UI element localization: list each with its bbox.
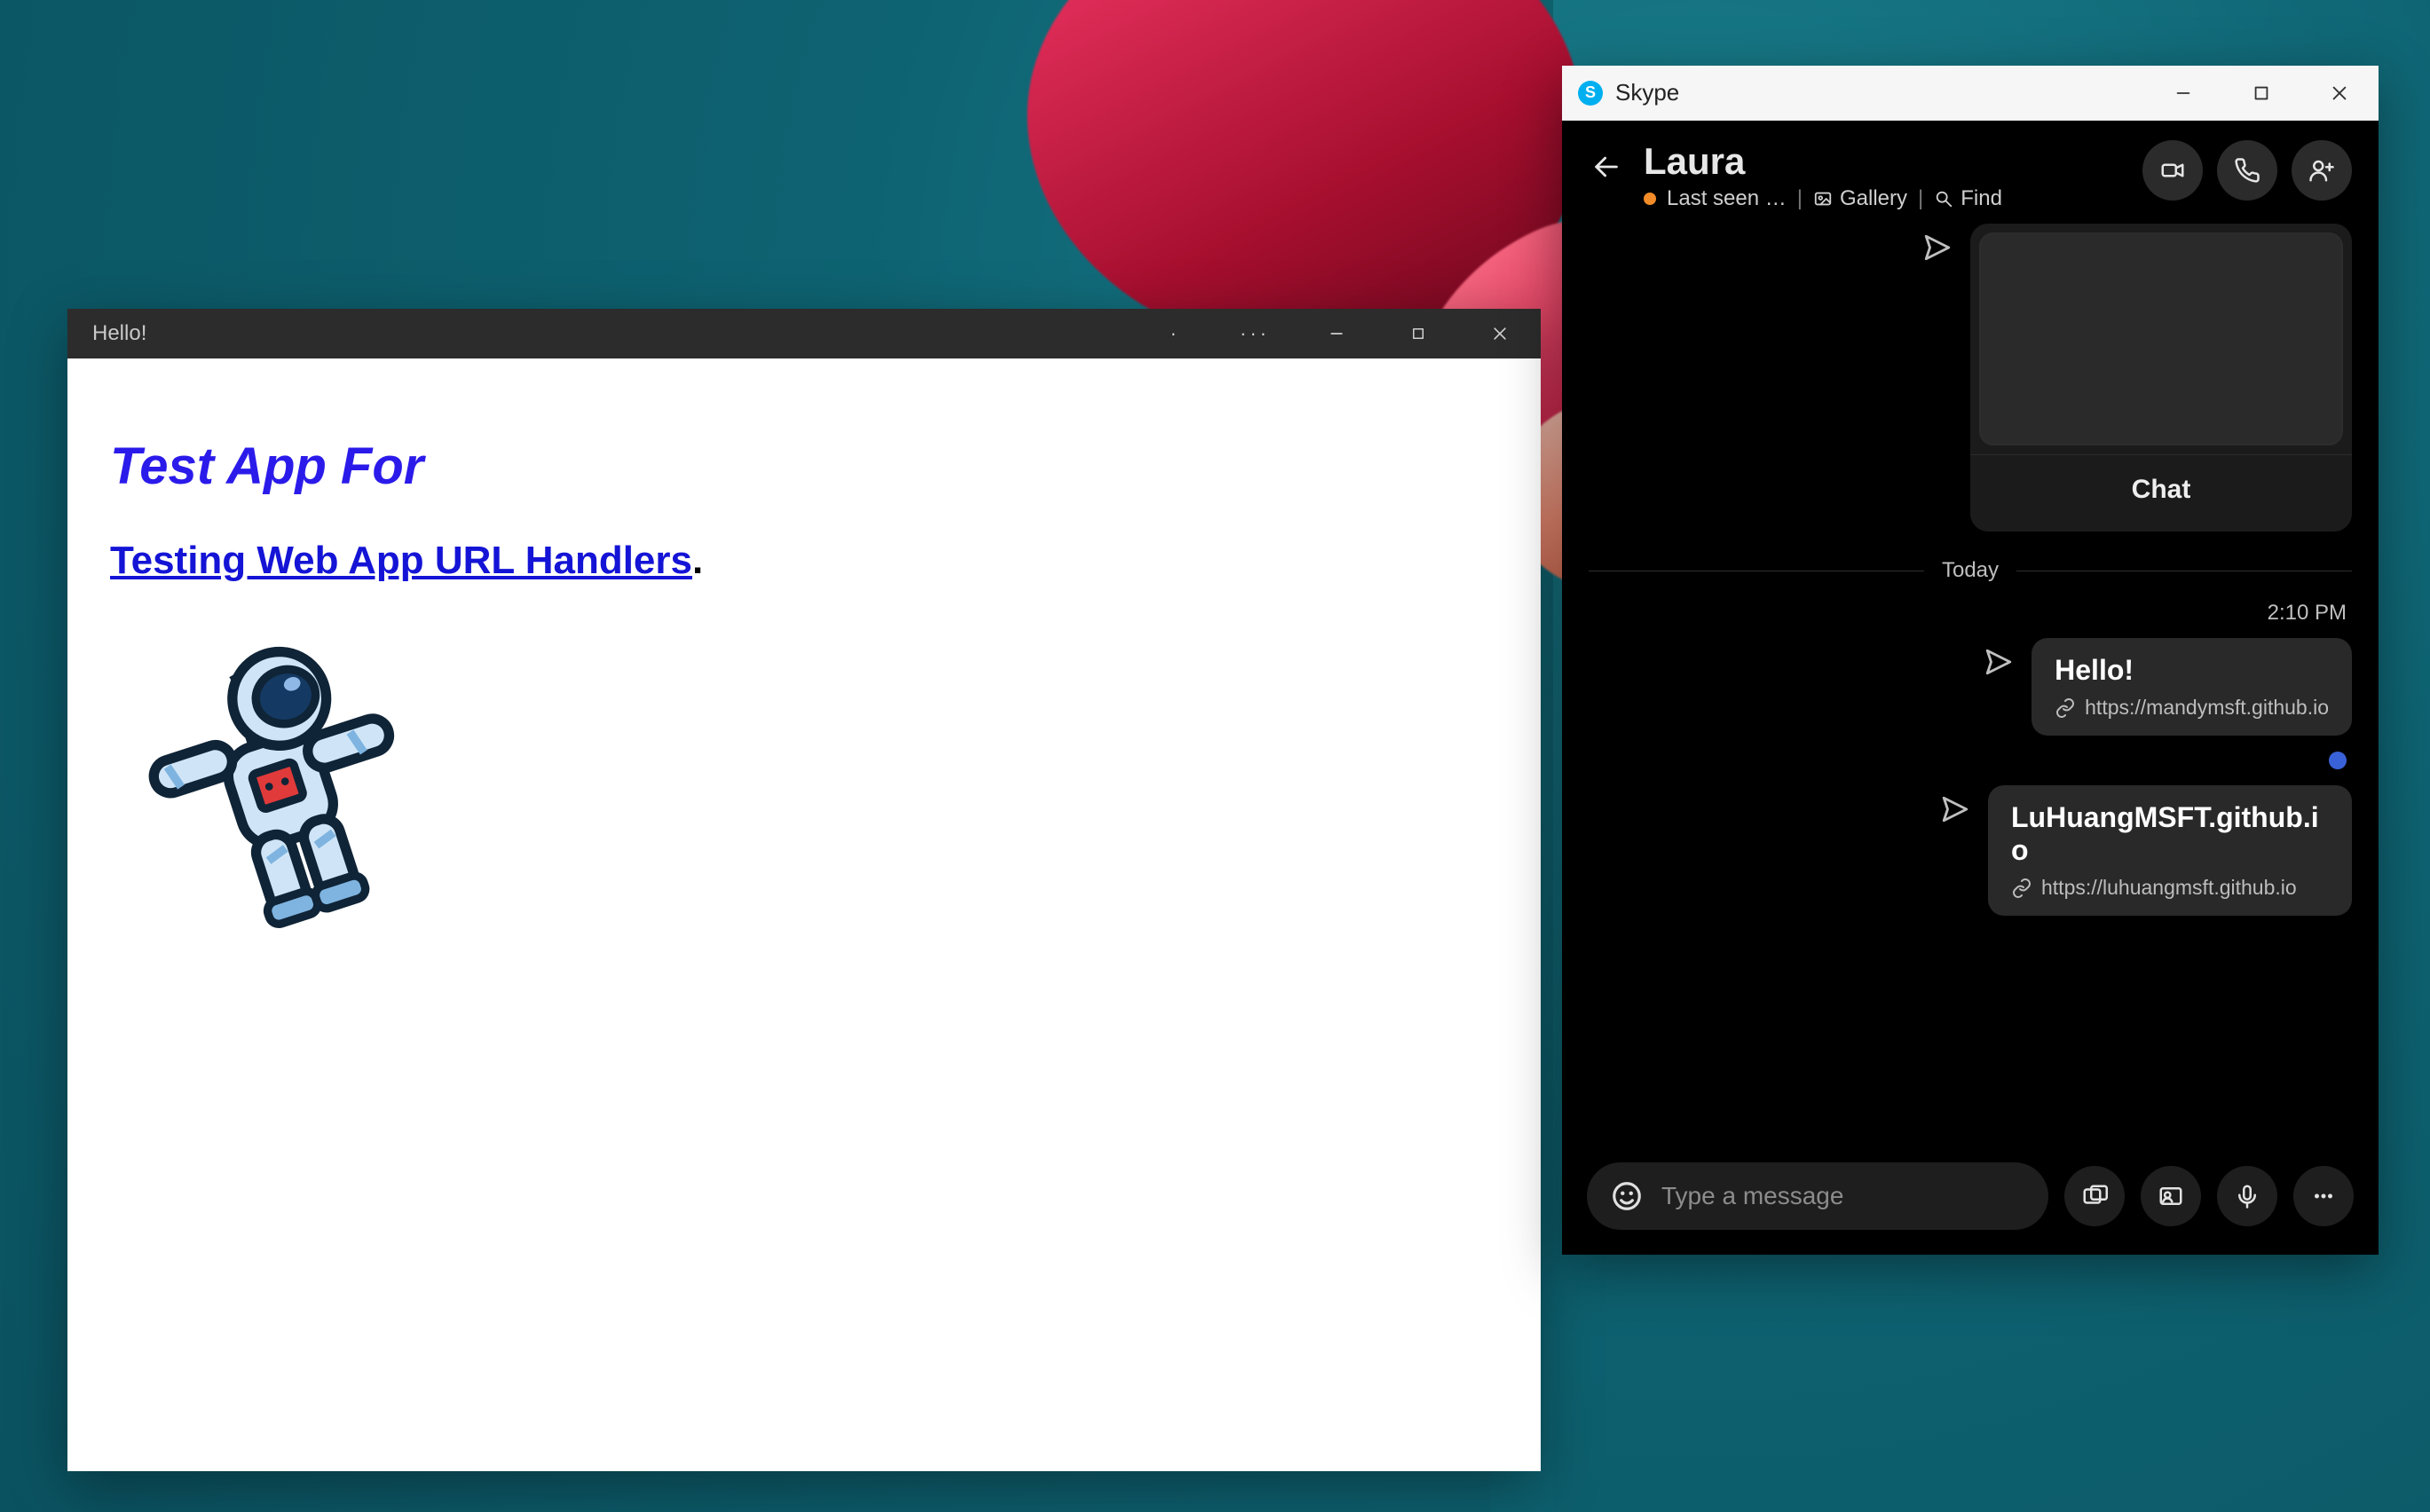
period: . bbox=[692, 539, 703, 582]
composer-pill[interactable] bbox=[1587, 1162, 2048, 1230]
close-button[interactable] bbox=[1459, 309, 1541, 358]
back-button[interactable] bbox=[1589, 149, 1624, 185]
voice-message-button[interactable] bbox=[2217, 1166, 2277, 1226]
close-button[interactable] bbox=[2300, 66, 2379, 121]
find-button[interactable]: Find bbox=[1934, 186, 2002, 211]
contact-name: Laura bbox=[1644, 140, 2123, 183]
skype-titlebar[interactable]: S Skype bbox=[1562, 66, 2379, 121]
gallery-button[interactable]: Gallery bbox=[1813, 186, 1907, 211]
message-input[interactable] bbox=[1661, 1182, 2025, 1210]
separator: | bbox=[1918, 186, 1923, 211]
emoji-icon[interactable] bbox=[1610, 1179, 1644, 1213]
hello-content: Test App For Testing Web App URL Handler… bbox=[67, 358, 1541, 939]
titlebar-unknown-button[interactable]: · bbox=[1132, 309, 1214, 358]
page-subtitle: Testing Web App URL Handlers. bbox=[110, 539, 1498, 583]
message-row: LuHuangMSFT.github.io https://luhuangmsf… bbox=[1589, 785, 2352, 916]
link-preview-card[interactable]: Chat bbox=[1970, 224, 2352, 532]
more-options-button[interactable] bbox=[2293, 1166, 2354, 1226]
message-composer bbox=[1562, 1143, 2379, 1255]
day-separator: Today bbox=[1589, 558, 2352, 583]
hello-app-window: Hello! · ··· Test App For Testing Web Ap… bbox=[67, 309, 1541, 1471]
last-seen-label: Last seen … bbox=[1667, 186, 1787, 211]
find-label: Find bbox=[1961, 186, 2002, 211]
read-receipt-icon bbox=[1589, 752, 2347, 769]
minimize-button[interactable] bbox=[2144, 66, 2222, 121]
message-timestamp: 2:10 PM bbox=[1589, 601, 2352, 626]
skype-window: S Skype Laura L bbox=[1562, 66, 2379, 1255]
sent-indicator-icon bbox=[1940, 794, 1970, 824]
minimize-button[interactable] bbox=[1296, 309, 1377, 358]
hello-window-title: Hello! bbox=[67, 321, 1132, 346]
hello-titlebar[interactable]: Hello! · ··· bbox=[67, 309, 1541, 358]
maximize-button[interactable] bbox=[2222, 66, 2300, 121]
skype-app-name: Skype bbox=[1615, 79, 2144, 106]
message-title: Hello! bbox=[2055, 654, 2329, 687]
message-link[interactable]: https://luhuangmsft.github.io bbox=[2011, 876, 2329, 900]
more-icon[interactable]: ··· bbox=[1214, 309, 1296, 358]
message-row: Chat bbox=[1589, 224, 2352, 532]
video-call-button[interactable] bbox=[2142, 140, 2203, 201]
message-url: https://mandymsft.github.io bbox=[2085, 696, 2329, 720]
add-participant-button[interactable] bbox=[2292, 140, 2352, 201]
skype-logo-icon: S bbox=[1578, 81, 1603, 106]
message-link[interactable]: https://mandymsft.github.io bbox=[2055, 696, 2329, 720]
message-bubble[interactable]: LuHuangMSFT.github.io https://luhuangmsf… bbox=[1988, 785, 2352, 916]
link-preview-thumbnail bbox=[1979, 232, 2343, 445]
attach-media-button[interactable] bbox=[2064, 1166, 2125, 1226]
page-title: Test App For bbox=[110, 437, 1498, 496]
skype-body: Laura Last seen … | Gallery | Find bbox=[1562, 121, 2379, 1255]
separator: | bbox=[1797, 186, 1803, 211]
astronaut-image bbox=[110, 633, 1498, 939]
audio-call-button[interactable] bbox=[2217, 140, 2277, 201]
url-handlers-link[interactable]: Testing Web App URL Handlers bbox=[110, 539, 692, 582]
messages-list[interactable]: Chat Today 2:10 PM Hello! bbox=[1562, 224, 2379, 1143]
message-row: Hello! https://mandymsft.github.io bbox=[1589, 638, 2352, 736]
chat-caption[interactable]: Chat bbox=[1970, 454, 2352, 532]
message-title: LuHuangMSFT.github.io bbox=[2011, 801, 2329, 867]
gallery-label: Gallery bbox=[1840, 186, 1907, 211]
sent-indicator-icon bbox=[1922, 232, 1953, 263]
message-url: https://luhuangmsft.github.io bbox=[2041, 876, 2297, 900]
day-separator-label: Today bbox=[1942, 558, 1999, 583]
presence-away-icon bbox=[1644, 193, 1656, 205]
message-bubble[interactable]: Hello! https://mandymsft.github.io bbox=[2032, 638, 2352, 736]
maximize-button[interactable] bbox=[1377, 309, 1459, 358]
desktop: Hello! · ··· Test App For Testing Web Ap… bbox=[0, 0, 2430, 1512]
conversation-header: Laura Last seen … | Gallery | Find bbox=[1562, 121, 2379, 224]
contact-card-button[interactable] bbox=[2141, 1166, 2201, 1226]
sent-indicator-icon bbox=[1984, 647, 2014, 677]
